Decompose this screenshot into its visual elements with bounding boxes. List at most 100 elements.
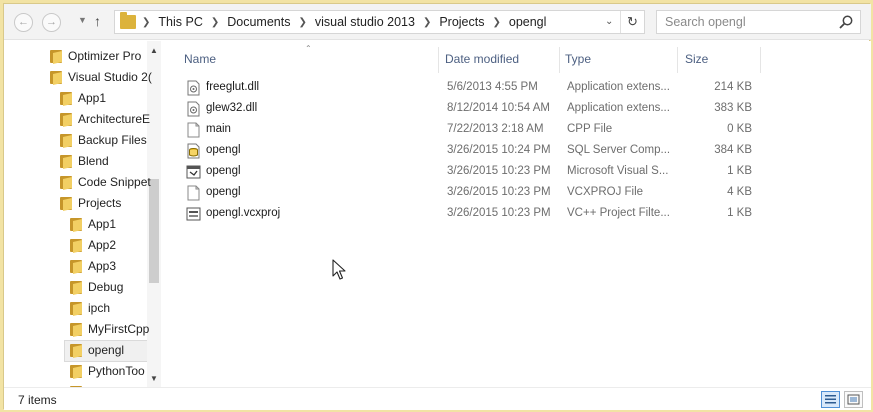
- folder-icon: [70, 217, 82, 232]
- file-name: freeglut.dll: [206, 81, 260, 93]
- breadcrumb-this-pc[interactable]: This PC: [158, 15, 202, 29]
- file-date-modified: 8/12/2014 10:54 AM: [447, 102, 550, 114]
- folder-icon: [50, 49, 62, 64]
- column-divider[interactable]: [677, 47, 678, 73]
- chevron-down-icon[interactable]: ⌄: [605, 16, 613, 27]
- nav-item[interactable]: App2: [70, 235, 116, 255]
- file-row[interactable]: opengl.vcxproj 3/26/2015 10:23 PM VC++ Pro…: [162, 203, 762, 224]
- file-row[interactable]: opengl 3/26/2015 10:23 PM Microsoft Visual…: [162, 161, 762, 182]
- folder-icon: [70, 238, 82, 253]
- chevron-right-icon[interactable]: ❯: [298, 17, 306, 28]
- file-type: Application extens...: [567, 102, 670, 114]
- file-name: opengl: [206, 186, 241, 198]
- file-row[interactable]: opengl 3/26/2015 10:23 PM VCXPROJ File 4 KB: [162, 182, 762, 203]
- chevron-right-icon[interactable]: ❯: [142, 17, 150, 28]
- dll-icon: [187, 80, 200, 96]
- file-type: CPP File: [567, 123, 613, 135]
- refresh-button[interactable]: ↻: [620, 11, 644, 33]
- nav-item-label: Backup Files: [78, 133, 147, 147]
- nav-item[interactable]: ArchitectureE: [60, 109, 150, 129]
- file-size: 0 KB: [727, 123, 752, 135]
- nav-item[interactable]: Visual Studio 2(: [50, 67, 152, 87]
- breadcrumb-projects[interactable]: Projects: [439, 15, 484, 29]
- nav-item-label: Optimizer Pro: [68, 49, 142, 63]
- nav-item[interactable]: Backup Files: [60, 130, 147, 150]
- column-header-type[interactable]: Type: [565, 52, 591, 66]
- nav-item-label: App1: [88, 217, 117, 231]
- mouse-cursor-icon: [332, 259, 346, 280]
- column-divider[interactable]: [760, 47, 761, 73]
- nav-item[interactable]: Blend: [60, 151, 109, 171]
- nav-item[interactable]: Optimizer Pro: [50, 46, 141, 66]
- status-bar: 7 items: [4, 387, 871, 410]
- folder-icon: [70, 364, 82, 379]
- scroll-down-icon[interactable]: ▼: [150, 374, 158, 383]
- scrollbar-thumb[interactable]: [149, 179, 159, 283]
- nav-item-label: opengl: [88, 343, 125, 357]
- file-name: opengl: [206, 144, 241, 156]
- file-row[interactable]: opengl 3/26/2015 10:24 PM SQL Server Comp.…: [162, 140, 762, 161]
- nav-item[interactable]: Test1: [70, 382, 117, 387]
- nav-item[interactable]: App3: [70, 256, 116, 276]
- refresh-icon: ↻: [627, 14, 638, 29]
- nav-item[interactable]: App1: [70, 214, 116, 234]
- file-type: Application extens...: [567, 81, 670, 93]
- nav-item-label: App1: [78, 91, 107, 105]
- up-button[interactable]: ↑: [94, 13, 101, 29]
- file-row[interactable]: freeglut.dll 5/6/2013 4:55 PM Application …: [162, 77, 762, 98]
- scroll-up-icon[interactable]: ▲: [150, 46, 158, 55]
- nav-item[interactable]: Code Snippet: [60, 172, 151, 192]
- file-date-modified: 3/26/2015 10:23 PM: [447, 207, 551, 219]
- nav-item[interactable]: MyFirstCpp: [70, 319, 149, 339]
- nav-item-label: App3: [88, 259, 117, 273]
- nav-item[interactable]: opengl: [63, 340, 161, 362]
- address-bar[interactable]: ❯ This PC ❯ Documents ❯ visual studio 20…: [114, 10, 645, 34]
- forward-arrow-icon: →: [46, 16, 57, 28]
- nav-item[interactable]: PythonToo: [70, 361, 145, 381]
- item-count: 7 items: [18, 393, 57, 407]
- search-input[interactable]: Search opengl: [656, 10, 861, 34]
- sort-ascending-icon: ⌃: [305, 44, 312, 53]
- file-date-modified: 7/22/2013 2:18 AM: [447, 123, 544, 135]
- nav-item[interactable]: Debug: [70, 277, 123, 297]
- column-header-size[interactable]: Size: [685, 52, 708, 66]
- folder-icon: [70, 385, 82, 387]
- file-size: 384 KB: [714, 144, 752, 156]
- column-header-name[interactable]: Name: [184, 52, 216, 66]
- file-row[interactable]: main 7/22/2013 2:18 AM CPP File 0 KB: [162, 119, 762, 140]
- nav-item-label: PythonToo: [88, 364, 145, 378]
- chevron-right-icon[interactable]: ❯: [423, 17, 431, 28]
- large-icons-view-button[interactable]: [844, 391, 863, 408]
- nav-item[interactable]: Projects: [60, 193, 121, 213]
- nav-item[interactable]: ipch: [70, 298, 110, 318]
- breadcrumb-documents[interactable]: Documents: [227, 15, 290, 29]
- folder-icon: [60, 175, 72, 190]
- file-date-modified: 3/26/2015 10:23 PM: [447, 165, 551, 177]
- sql-db-icon: [187, 143, 200, 159]
- breadcrumb-visual-studio[interactable]: visual studio 2013: [315, 15, 415, 29]
- back-button[interactable]: ←: [14, 13, 33, 32]
- file-list: ⌃ Name Date modified Type Size freeglut.…: [162, 41, 871, 387]
- column-divider[interactable]: [438, 47, 439, 73]
- file-row[interactable]: glew32.dll 8/12/2014 10:54 AM Application …: [162, 98, 762, 119]
- nav-item-label: Projects: [78, 196, 122, 210]
- file-date-modified: 3/26/2015 10:23 PM: [447, 186, 551, 198]
- folder-icon: [70, 343, 82, 358]
- column-header-date-modified[interactable]: Date modified: [445, 52, 519, 66]
- nav-item-label: Code Snippet: [78, 175, 151, 189]
- search-icon[interactable]: [838, 14, 854, 30]
- details-view-button[interactable]: [821, 391, 840, 408]
- file-name: opengl: [206, 165, 241, 177]
- nav-item[interactable]: App1: [60, 88, 106, 108]
- file-type: SQL Server Comp...: [567, 144, 671, 156]
- chevron-right-icon[interactable]: ❯: [211, 17, 219, 28]
- chevron-right-icon[interactable]: ❯: [492, 17, 500, 28]
- breadcrumb-opengl[interactable]: opengl: [509, 15, 547, 29]
- file-size: 1 KB: [727, 207, 752, 219]
- column-divider[interactable]: [559, 47, 560, 73]
- up-arrow-icon: ↑: [94, 13, 101, 29]
- forward-button[interactable]: →: [42, 13, 61, 32]
- file-size: 383 KB: [714, 102, 752, 114]
- recent-locations-dropdown[interactable]: ▼: [78, 15, 87, 25]
- nav-item-label: MyFirstCpp: [88, 322, 150, 336]
